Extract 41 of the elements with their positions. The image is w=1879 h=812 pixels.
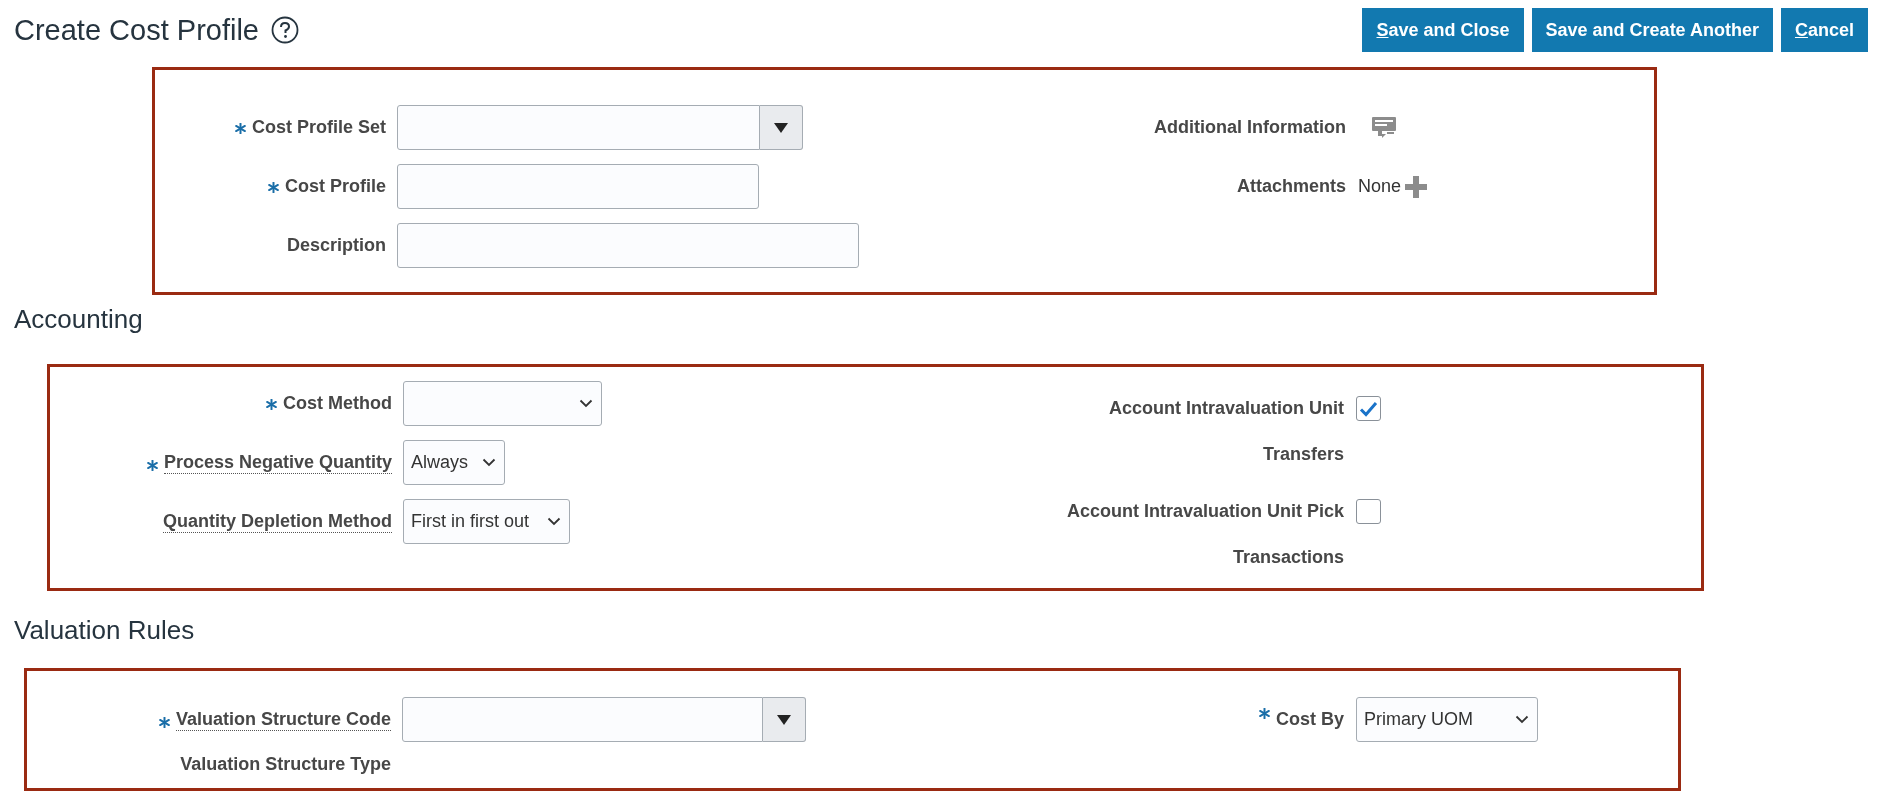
dropdown-button[interactable] — [760, 105, 803, 150]
section-heading: Valuation Rules — [13, 614, 196, 647]
attachments-value: None — [1358, 175, 1402, 198]
action-button[interactable]: Save and Close — [1362, 8, 1524, 52]
field-label: Additional Information — [1153, 116, 1346, 139]
field-label: Cost Method — [283, 392, 392, 415]
action-button[interactable]: Save and Create Another — [1531, 8, 1773, 52]
field-label: Description — [286, 234, 386, 257]
field-label: Attachments — [1235, 175, 1346, 198]
field-label: Valuation Structure Code — [175, 708, 391, 731]
field-label: Cost By — [1276, 709, 1344, 729]
field-label: Cost Profile — [285, 175, 386, 198]
field-label: Process Negative Quantity — [163, 451, 392, 474]
dropdown-triangle-icon — [777, 714, 791, 725]
dropdown[interactable]: Always — [403, 440, 505, 485]
input-field[interactable] — [397, 105, 760, 150]
input-field[interactable] — [397, 223, 859, 268]
plus-icon[interactable] — [1405, 175, 1428, 198]
dropdown[interactable]: First in first out — [403, 499, 570, 544]
action-button[interactable]: Cancel — [1780, 8, 1868, 52]
checkbox[interactable] — [1356, 499, 1381, 524]
checkbox-label: Account Intravaluation Unit Pick Transactions — [1065, 500, 1344, 569]
dropdown[interactable]: Primary UOM — [1356, 697, 1538, 742]
help-icon[interactable] — [271, 16, 299, 44]
field-label: Quantity Depletion Method — [163, 510, 392, 533]
field-label: Valuation Structure Type — [180, 752, 391, 776]
info-panel-icon[interactable] — [1372, 116, 1396, 139]
field-label: Cost Profile Set — [251, 116, 386, 139]
section-heading: Accounting — [13, 303, 144, 336]
dropdown[interactable] — [403, 381, 602, 426]
page-title: Create Cost Profile — [14, 13, 259, 48]
chevron-down-icon — [482, 458, 496, 467]
chevron-down-icon — [547, 517, 561, 526]
dropdown-triangle-icon — [774, 122, 788, 133]
dropdown-button[interactable] — [763, 697, 806, 742]
checkbox[interactable] — [1356, 396, 1381, 421]
checkbox-label: Account Intravaluation Unit Transfers — [1108, 397, 1344, 466]
input-field[interactable] — [397, 164, 759, 209]
chevron-down-icon — [1515, 715, 1529, 724]
chevron-down-icon — [579, 399, 593, 408]
input-field[interactable] — [402, 697, 763, 742]
